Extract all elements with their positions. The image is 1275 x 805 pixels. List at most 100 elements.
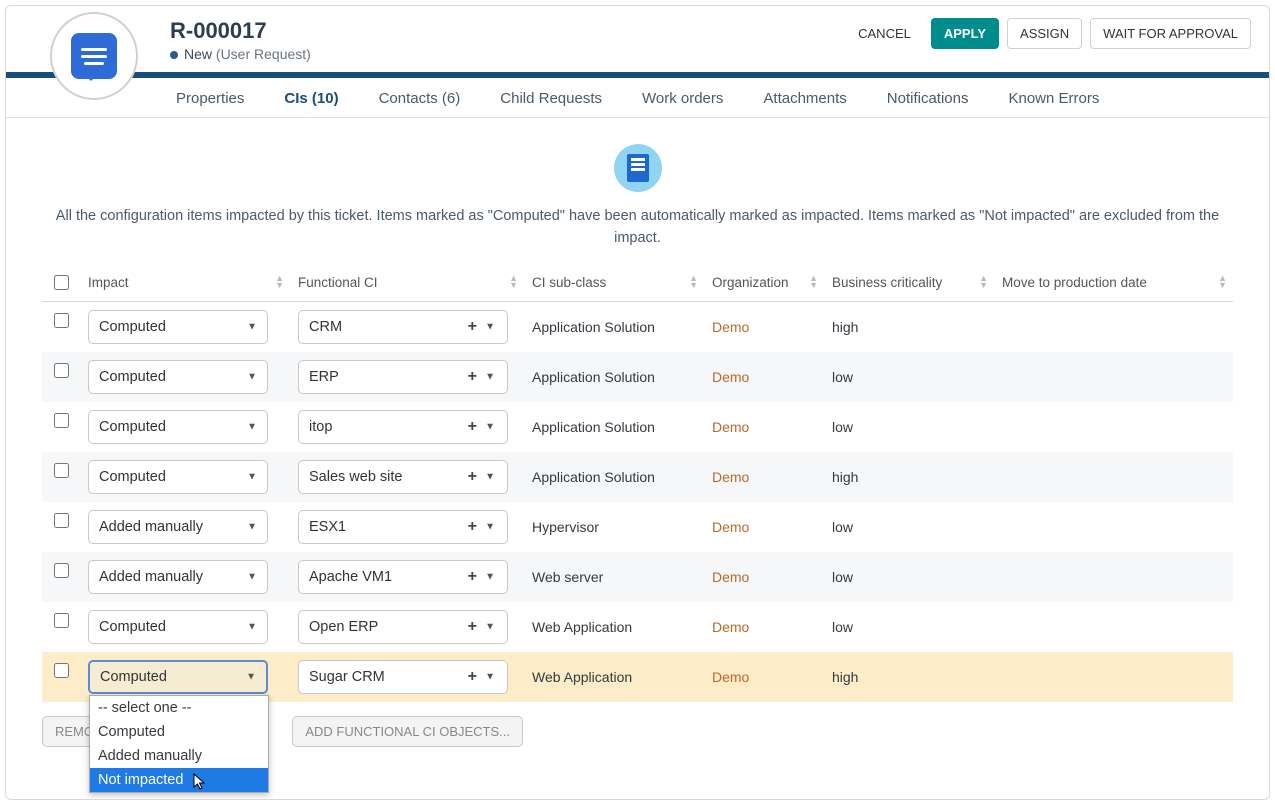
sort-icon[interactable]: ▲▼	[979, 275, 988, 289]
row-checkbox[interactable]	[54, 413, 69, 428]
server-icon	[614, 144, 662, 192]
apply-button[interactable]: APPLY	[931, 18, 999, 49]
ci-subclass: Application Solution	[524, 352, 704, 402]
tab-child-requests[interactable]: Child Requests	[500, 90, 602, 107]
caret-down-icon[interactable]: ▼	[485, 621, 495, 632]
tab-description: All the configuration items impacted by …	[42, 206, 1233, 250]
plus-icon[interactable]: +	[468, 468, 477, 486]
plus-icon[interactable]: +	[468, 518, 477, 536]
row-checkbox[interactable]	[54, 363, 69, 378]
sort-icon[interactable]: ▲▼	[1218, 275, 1227, 289]
dropdown-option-not-impacted[interactable]: Not impacted	[90, 768, 268, 792]
caret-down-icon[interactable]: ▼	[485, 421, 495, 432]
ci-value: Sugar CRM	[309, 669, 385, 685]
impact-select[interactable]: Computed▼	[88, 610, 268, 644]
row-checkbox[interactable]	[54, 313, 69, 328]
move-date-value	[994, 301, 1233, 352]
plus-icon[interactable]: +	[468, 568, 477, 586]
ci-value: ESX1	[309, 519, 346, 535]
caret-down-icon: ▼	[247, 371, 257, 382]
ci-table: Impact▲▼ Functional CI▲▼ CI sub-class▲▼ …	[42, 264, 1233, 702]
add-ci-button[interactable]: ADD FUNCTIONAL CI OBJECTS...	[292, 716, 523, 747]
caret-down-icon: ▼	[247, 321, 257, 332]
organization-link[interactable]: Demo	[712, 369, 749, 385]
col-impact[interactable]: Impact	[88, 275, 129, 290]
impact-select[interactable]: Added manually▼	[88, 510, 268, 544]
impact-select[interactable]: Computed▼	[88, 310, 268, 344]
caret-down-icon[interactable]: ▼	[485, 521, 495, 532]
impact-select[interactable]: Computed▼	[88, 660, 268, 694]
organization-link[interactable]: Demo	[712, 569, 749, 585]
col-move-date[interactable]: Move to production date	[1002, 275, 1147, 290]
sort-icon[interactable]: ▲▼	[809, 275, 818, 289]
caret-down-icon[interactable]: ▼	[485, 471, 495, 482]
impact-select[interactable]: Computed▼	[88, 410, 268, 444]
functional-ci-input[interactable]: ESX1 + ▼	[298, 510, 508, 544]
organization-link[interactable]: Demo	[712, 619, 749, 635]
wait-approval-button[interactable]: WAIT FOR APPROVAL	[1090, 18, 1251, 49]
plus-icon[interactable]: +	[468, 418, 477, 436]
table-row: Computed▼CRM+▼Application SolutionDemohi…	[42, 301, 1233, 352]
organization-link[interactable]: Demo	[712, 419, 749, 435]
row-checkbox[interactable]	[54, 563, 69, 578]
functional-ci-input[interactable]: itop+▼	[298, 410, 508, 444]
caret-down-icon[interactable]: ▼	[485, 371, 495, 382]
impact-select[interactable]: Computed▼	[88, 460, 268, 494]
row-checkbox[interactable]	[54, 663, 69, 678]
organization-link[interactable]: Demo	[712, 319, 749, 335]
organization-link[interactable]: Demo	[712, 669, 749, 685]
criticality-value: low	[824, 552, 994, 602]
row-checkbox[interactable]	[54, 463, 69, 478]
caret-down-icon[interactable]: ▼	[485, 571, 495, 582]
row-checkbox[interactable]	[54, 513, 69, 528]
functional-ci-input[interactable]: Sugar CRM + ▼	[298, 660, 508, 694]
organization-link[interactable]: Demo	[712, 469, 749, 485]
tab-notifications[interactable]: Notifications	[887, 90, 969, 107]
dropdown-option-computed[interactable]: Computed	[90, 720, 268, 744]
functional-ci-input[interactable]: Open ERP+▼	[298, 610, 508, 644]
tab-properties[interactable]: Properties	[176, 90, 244, 107]
row-checkbox[interactable]	[54, 613, 69, 628]
plus-icon[interactable]: +	[468, 368, 477, 386]
criticality-value: low	[824, 402, 994, 452]
dropdown-option-placeholder[interactable]: -- select one --	[90, 696, 268, 720]
table-row: Added manually▼ESX1+▼HypervisorDemolow	[42, 502, 1233, 552]
caret-down-icon[interactable]: ▼	[485, 321, 495, 332]
organization-link[interactable]: Demo	[712, 519, 749, 535]
dropdown-option-added-manually[interactable]: Added manually	[90, 744, 268, 768]
functional-ci-input[interactable]: CRM+▼	[298, 310, 508, 344]
tab-work-orders[interactable]: Work orders	[642, 90, 723, 107]
col-sub-class[interactable]: CI sub-class	[532, 275, 606, 290]
table-row: Computed▼itop+▼Application SolutionDemol…	[42, 402, 1233, 452]
tab-contacts[interactable]: Contacts (6)	[379, 90, 461, 107]
sort-icon[interactable]: ▲▼	[689, 275, 698, 289]
col-criticality[interactable]: Business criticality	[832, 275, 942, 290]
select-all-checkbox[interactable]	[54, 275, 69, 290]
assign-button[interactable]: ASSIGN	[1007, 18, 1082, 49]
sort-icon[interactable]: ▲▼	[275, 275, 284, 289]
page-subtitle: New (User Request)	[170, 46, 846, 62]
functional-ci-input[interactable]: Sales web site+▼	[298, 460, 508, 494]
impact-value: Computed	[100, 669, 167, 685]
plus-icon[interactable]: +	[468, 668, 477, 686]
caret-down-icon[interactable]: ▼	[485, 671, 495, 682]
caret-down-icon: ▼	[247, 421, 257, 432]
tab-cis[interactable]: CIs (10)	[284, 90, 338, 107]
plus-icon[interactable]: +	[468, 318, 477, 336]
impact-select[interactable]: Computed▼	[88, 360, 268, 394]
col-organization[interactable]: Organization	[712, 275, 789, 290]
impact-select[interactable]: Added manually▼	[88, 560, 268, 594]
ci-subclass: Web server	[524, 552, 704, 602]
col-functional-ci[interactable]: Functional CI	[298, 275, 378, 290]
ci-subclass: Application Solution	[524, 301, 704, 352]
plus-icon[interactable]: +	[468, 618, 477, 636]
ci-subclass: Hypervisor	[524, 502, 704, 552]
move-date-value	[994, 452, 1233, 502]
cancel-button[interactable]: CANCEL	[846, 19, 923, 48]
tab-known-errors[interactable]: Known Errors	[1008, 90, 1099, 107]
functional-ci-input[interactable]: ERP+▼	[298, 360, 508, 394]
tab-attachments[interactable]: Attachments	[763, 90, 846, 107]
impact-dropdown[interactable]: -- select one -- Computed Added manually…	[89, 695, 269, 793]
functional-ci-input[interactable]: Apache VM1+▼	[298, 560, 508, 594]
sort-icon[interactable]: ▲▼	[509, 275, 518, 289]
